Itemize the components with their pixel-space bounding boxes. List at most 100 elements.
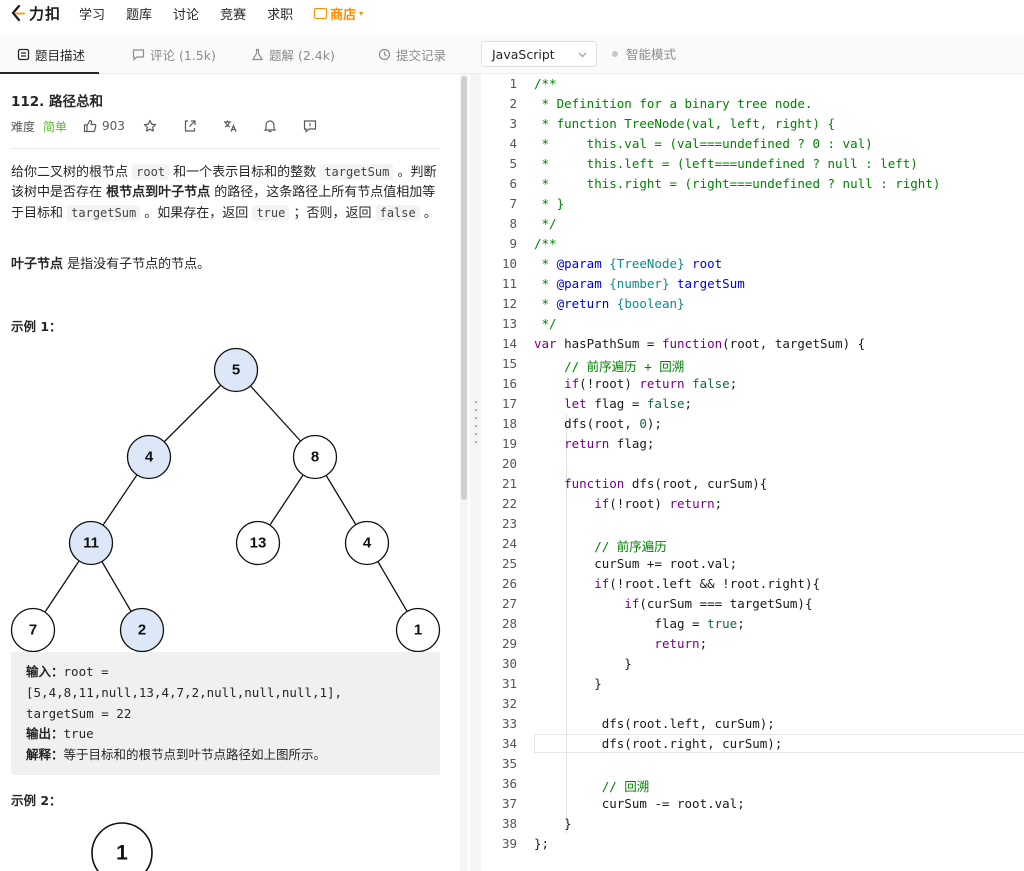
code-line: * } (534, 196, 565, 211)
token: return (564, 436, 610, 451)
token: return (654, 636, 700, 651)
logo[interactable]: 力扣 (10, 3, 61, 24)
feedback-button[interactable] (303, 119, 325, 133)
tree-node-label: 11 (83, 535, 99, 552)
difficulty-label: 难度 (11, 119, 36, 134)
document-icon (17, 48, 30, 60)
token: let (564, 396, 587, 411)
token: ; (684, 396, 693, 411)
code-line: */ (534, 316, 557, 331)
line-number: 32 (501, 696, 517, 711)
line-number: 6 (509, 176, 517, 191)
code-editor[interactable]: 1 2 3 4 5 6 7 8 9 10 11 12 13 14 15 16 17 18 19 20 21 22 23 24 2… (481, 74, 1024, 871)
code-line: if(!root.left && !root.right){ (534, 576, 820, 591)
token: return (669, 496, 715, 511)
line-number: 38 (501, 816, 517, 831)
line-number: 13 (501, 316, 517, 331)
like-button[interactable]: 903 (83, 119, 125, 133)
code-line: return flag; (534, 436, 654, 451)
token: dfs(root, curSum){ (624, 476, 768, 491)
inline-code-true: true (252, 205, 290, 221)
toggle-dot-icon (612, 50, 618, 57)
nav-learn[interactable]: 学习 (79, 4, 105, 23)
code-line: } (534, 676, 602, 691)
bell-icon (263, 120, 277, 133)
line-number: 35 (501, 756, 517, 771)
code-line: * @param {number} targetSum (534, 276, 745, 291)
splitter-grip (475, 401, 477, 403)
example-input-line: 输入：root = (26, 662, 425, 683)
token: * (534, 256, 557, 271)
line-number: 39 (501, 836, 517, 851)
input-label: 输入： (26, 664, 64, 679)
example-explain-line: 解释：等于目标和的根节点到叶节点路径如上图所示。 (26, 745, 425, 766)
line-number: 28 (501, 616, 517, 631)
token: flag = (534, 616, 708, 631)
tab-comments[interactable]: 评论 (1.5k) (132, 36, 216, 72)
comment-icon (132, 48, 145, 61)
example-1-box: 输入：root = [5,4,8,11,null,13,4,7,2,null,n… (11, 652, 440, 775)
code-line: * this.right = (right===undefined ? null… (534, 176, 941, 191)
token: ; (699, 636, 708, 651)
desc-bold: 根节点到叶子节点 (106, 185, 211, 200)
nav-jobs[interactable]: 求职 (267, 4, 293, 23)
language-select[interactable]: JavaScript (481, 41, 597, 67)
output-label: 输出： (26, 726, 64, 742)
store-icon (314, 7, 328, 19)
token: {TreeNode} (609, 256, 685, 271)
token: flag = (586, 396, 647, 411)
code-line: curSum -= root.val; (534, 796, 745, 811)
tab-description-label: 题目描述 (35, 47, 86, 63)
tab-comments-label: 评论 (1.5k) (150, 47, 216, 63)
line-number: 26 (501, 576, 517, 591)
token: root (684, 256, 723, 271)
clock-icon (378, 48, 391, 60)
splitter-grip (475, 409, 477, 411)
output-value: true (63, 726, 94, 742)
token: ; (737, 616, 745, 631)
share-button[interactable] (183, 119, 205, 133)
smart-mode-toggle[interactable]: 智能模式 (612, 44, 676, 63)
problem-panel: 112. 路径总和 难度 简单 903 给你二叉树的根节点 root 和一个表示… (0, 74, 470, 871)
nav-problems[interactable]: 题库 (126, 4, 152, 23)
token: ); (646, 416, 662, 431)
line-number: 21 (501, 476, 517, 491)
line-number-gutter: 1 2 3 4 5 6 7 8 9 10 11 12 13 14 15 16 17 18 19 20 21 22 23 24 2… (481, 74, 521, 871)
code-line: function dfs(root, curSum){ (534, 476, 767, 491)
line-number: 24 (501, 536, 517, 551)
token: {boolean} (616, 296, 685, 311)
line-number: 5 (509, 156, 517, 171)
line-number: 10 (501, 256, 517, 271)
token: function (661, 336, 723, 351)
translate-button[interactable] (223, 119, 245, 133)
nav-contest[interactable]: 竞赛 (220, 4, 246, 23)
code-line: * @param {TreeNode} root (534, 256, 723, 271)
inline-code-false: false (375, 205, 420, 221)
favorite-button[interactable] (143, 119, 165, 133)
code-line: flag = true; (534, 616, 745, 631)
line-number: 37 (501, 796, 517, 811)
nav-store[interactable]: 商店 ▾ (314, 4, 363, 23)
scrollbar-thumb[interactable] (461, 76, 467, 500)
line-number: 14 (501, 336, 517, 351)
example-input-line: [5,4,8,11,null,13,4,7,2,null,null,null,1… (26, 684, 343, 700)
notify-button[interactable] (263, 119, 285, 133)
tab-solutions[interactable]: 题解 (2.4k) (251, 36, 335, 72)
inline-code-targetsum: targetSum (67, 205, 141, 221)
nav-discuss[interactable]: 讨论 (173, 4, 199, 23)
tab-description[interactable]: 题目描述 (17, 36, 85, 72)
token: ; (714, 496, 723, 511)
token: flag; (609, 436, 655, 451)
desc-text: 和一个表示目标和的整数 (169, 165, 321, 180)
problem-title: 112. 路径总和 (11, 94, 104, 110)
star-icon (143, 119, 157, 132)
token: {number} (609, 276, 670, 291)
token: false (692, 376, 730, 391)
line-number: 11 (501, 276, 517, 291)
feedback-icon (303, 120, 317, 133)
tab-submissions[interactable]: 提交记录 (378, 36, 446, 72)
caret-down-icon: ▾ (359, 8, 364, 18)
panel-splitter[interactable] (470, 74, 481, 871)
